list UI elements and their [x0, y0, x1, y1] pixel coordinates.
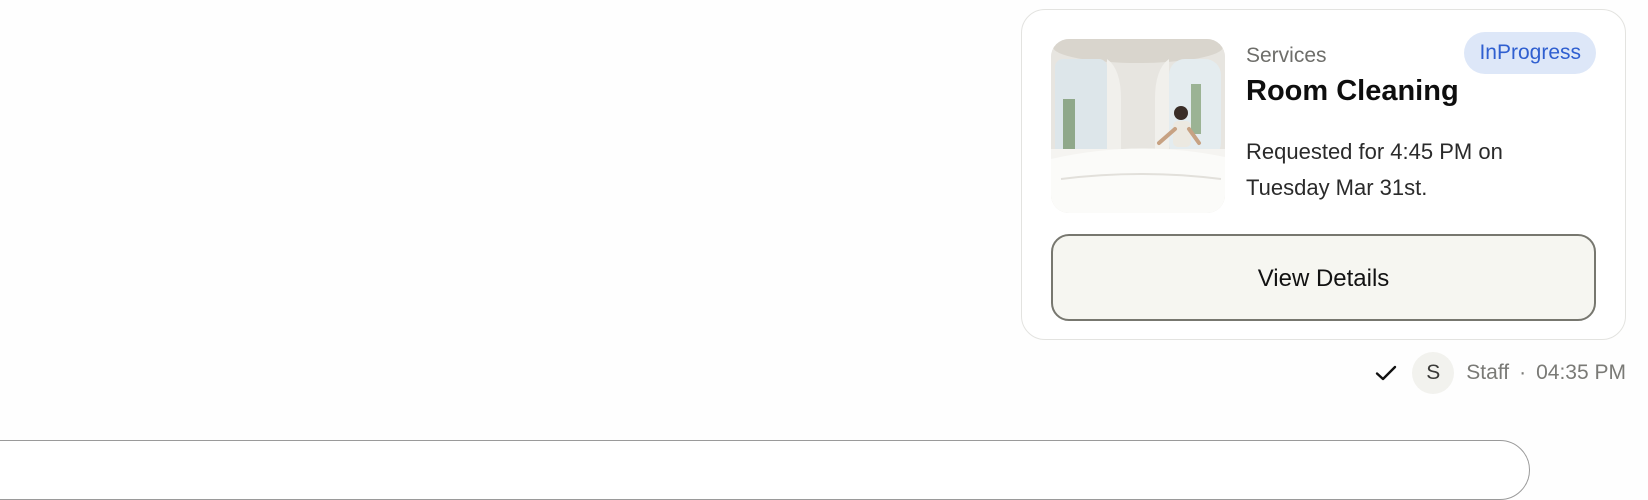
view-details-button[interactable]: View Details	[1051, 234, 1596, 321]
service-request-card: Services InProgress Room Cleaning Reques…	[1021, 9, 1626, 340]
request-description: Requested for 4:45 PM on Tuesday Mar 31s…	[1246, 139, 1503, 200]
meta-separator: ·	[1519, 361, 1527, 384]
check-icon	[1374, 361, 1398, 385]
status-badge: InProgress	[1464, 32, 1596, 74]
message-composer-input[interactable]	[0, 440, 1530, 500]
avatar: S	[1412, 352, 1455, 394]
request-category: Services	[1246, 44, 1327, 67]
room-cleaning-image	[1051, 39, 1225, 213]
request-title: Room Cleaning	[1246, 75, 1459, 107]
message-meta: S Staff · 04:35 PM	[1374, 351, 1626, 395]
message-time: 04:35 PM	[1536, 361, 1626, 384]
sender-name: Staff	[1466, 361, 1510, 384]
